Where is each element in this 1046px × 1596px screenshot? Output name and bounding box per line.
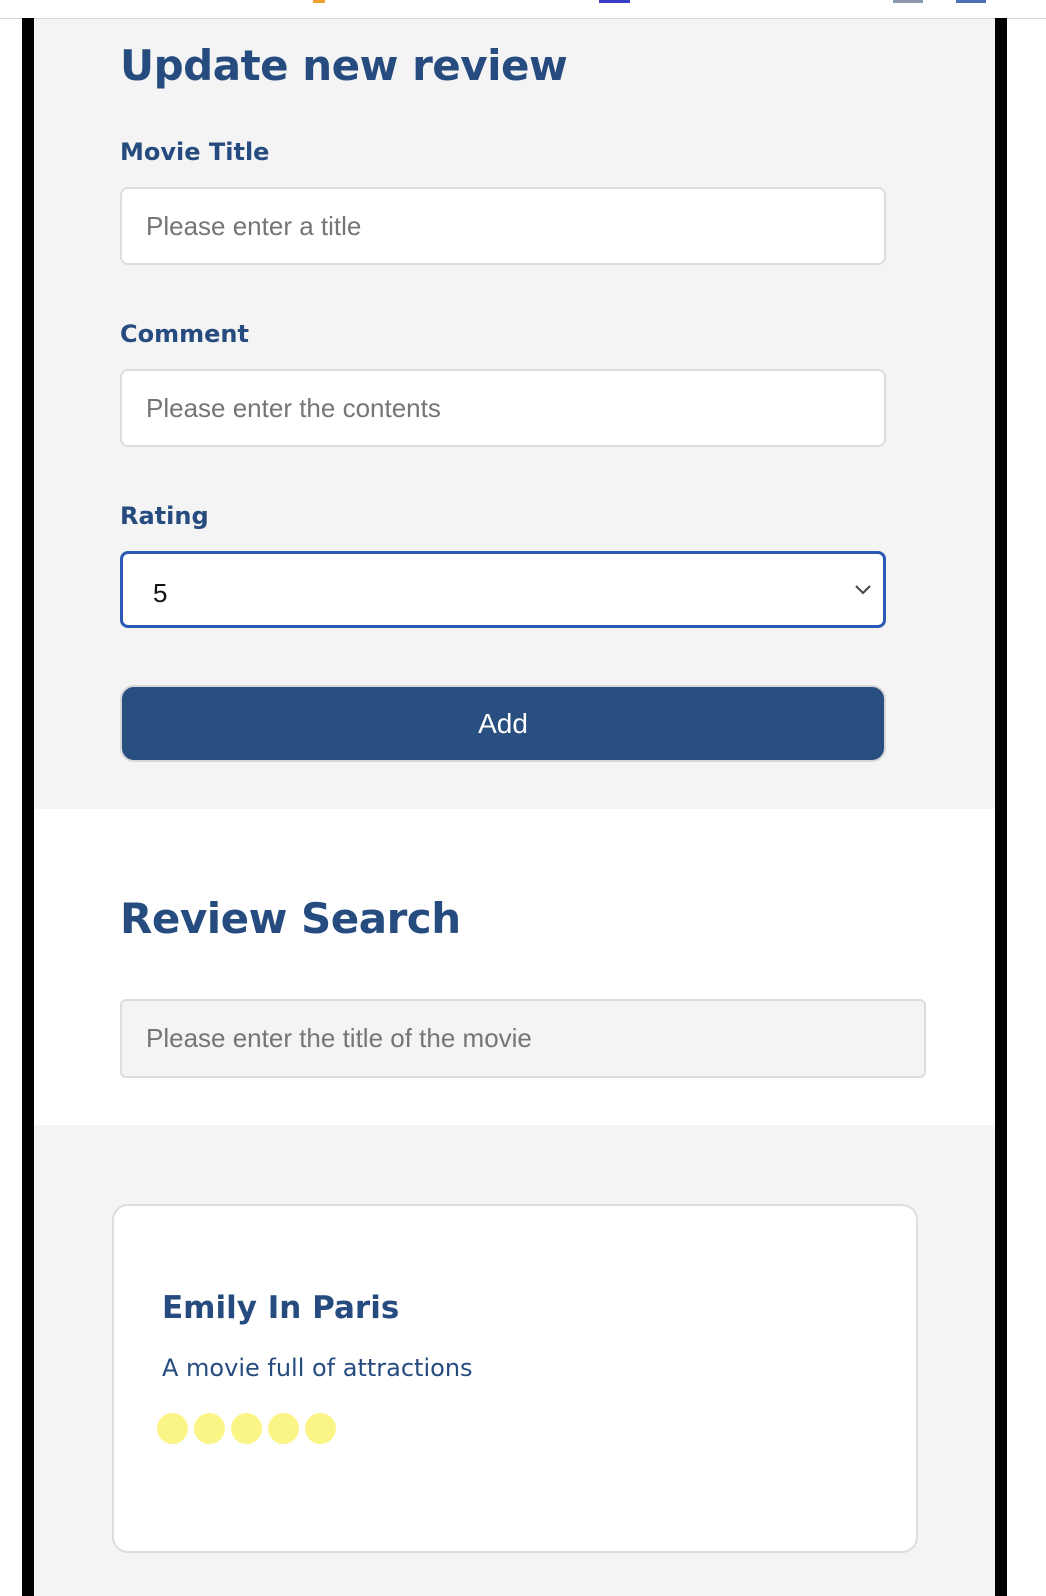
top-strip-orange-mark <box>313 0 325 3</box>
review-rating <box>157 1413 336 1445</box>
page: Update new review Movie Title Comment Ra… <box>0 0 1046 1596</box>
add-button[interactable]: Add <box>120 685 886 762</box>
top-strip-gray-mark <box>893 0 923 3</box>
top-strip-blue-mark-2 <box>956 0 986 3</box>
rating-dot-icon <box>194 1413 225 1444</box>
search-heading: Review Search <box>120 894 461 943</box>
device-frame-left <box>22 18 34 1596</box>
comment-input[interactable] <box>120 369 886 447</box>
review-comment: A movie full of attractions <box>162 1354 473 1382</box>
movie-title-label: Movie Title <box>120 138 270 166</box>
rating-select[interactable]: 5 <box>120 551 886 628</box>
chevron-down-icon <box>855 585 871 595</box>
review-card[interactable]: Emily In Paris A movie full of attractio… <box>112 1204 918 1553</box>
rating-dot-icon <box>231 1413 262 1444</box>
rating-dot-icon <box>157 1413 188 1444</box>
comment-label: Comment <box>120 320 249 348</box>
browser-top-strip <box>0 0 1046 19</box>
top-strip-blue-mark <box>599 0 630 3</box>
form-heading: Update new review <box>120 41 568 90</box>
movie-title-input[interactable] <box>120 187 886 265</box>
rating-select-value: 5 <box>153 578 168 608</box>
rating-dot-icon <box>268 1413 299 1444</box>
rating-label: Rating <box>120 502 209 530</box>
review-title: Emily In Paris <box>162 1290 400 1326</box>
device-frame-right <box>995 18 1007 1596</box>
review-search-input[interactable] <box>120 999 926 1078</box>
rating-dot-icon <box>305 1413 336 1444</box>
